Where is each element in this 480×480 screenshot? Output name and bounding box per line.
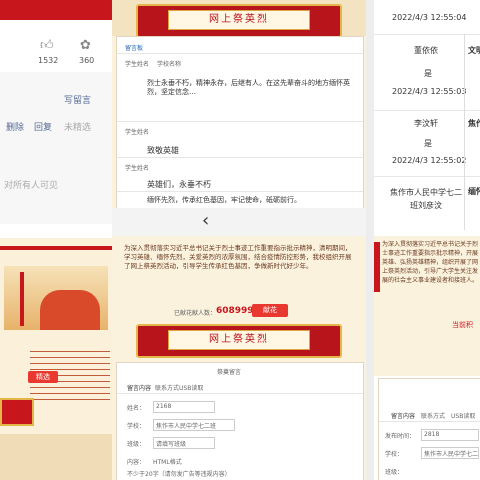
table-area: 2022/4/3 12:55:04 董依依 文明 是 2022/4/3 12:5… bbox=[374, 0, 480, 230]
divider bbox=[117, 191, 363, 192]
field-label: 班级： bbox=[127, 441, 146, 448]
right-panel: 2022/4/3 12:55:04 董依依 文明 是 2022/4/3 12:5… bbox=[374, 0, 480, 480]
divider bbox=[117, 121, 363, 122]
row-time: 2022/4/3 12:55:04 bbox=[392, 13, 467, 22]
school-field[interactable]: 焦作市人民中学七二班 bbox=[153, 419, 235, 431]
tower-graphic bbox=[20, 272, 24, 326]
divider bbox=[117, 53, 363, 54]
divider bbox=[117, 393, 363, 394]
left-banner-fragment bbox=[0, 398, 34, 426]
post-school: 学校名称 bbox=[157, 61, 182, 68]
left-feature-badge[interactable]: 精选 bbox=[28, 371, 58, 383]
post-text: 英雄们，永垂不朽 bbox=[147, 180, 211, 189]
delete-link[interactable]: 删除 bbox=[6, 120, 24, 133]
visibility-note: 对所有人可见 bbox=[4, 181, 59, 191]
row-name: 焦作市人民中学七二班刘彦汶 bbox=[390, 188, 462, 210]
right-link[interactable]: 当前积 bbox=[452, 320, 473, 330]
prev-arrow-icon[interactable]: ‹ bbox=[202, 210, 209, 231]
reply-link[interactable]: 回复 bbox=[34, 120, 52, 133]
form-tab[interactable]: 留言内容 bbox=[127, 383, 151, 392]
post-text: 烈士永垂不朽，精神永存，后继有人。在这先辈奋斗的地方缅怀英烈，坚定信念… bbox=[147, 79, 350, 96]
post-text: 缅怀先烈，传承红色基因，牢记使命，砥砺前行。 bbox=[147, 196, 301, 204]
counter-label: 已献花献人数： bbox=[174, 310, 217, 317]
row-msg: 缅怀 bbox=[468, 187, 480, 196]
field-label: 学校： bbox=[127, 423, 146, 430]
field-label: 学校： bbox=[385, 451, 404, 458]
counter-value: 608999 bbox=[216, 306, 254, 316]
offer-flower-button[interactable]: 献花 bbox=[252, 304, 288, 317]
field-value: 焦作市人民中学七二班 bbox=[424, 451, 479, 458]
field-label: 内容： bbox=[127, 459, 146, 466]
share-count: 360 bbox=[79, 56, 95, 65]
divider bbox=[117, 157, 363, 158]
field-value: 焦作市人民中学七二班 bbox=[156, 423, 217, 430]
post-user: 学生姓名 bbox=[125, 61, 150, 68]
right-article: 为深入贯彻落实习近平总书记关于烈士事迹工作重要指示批示精神，开展英雄、弘扬英雄精… bbox=[374, 236, 480, 376]
field-label: 班级： bbox=[385, 469, 404, 476]
row-msg: 文明 bbox=[468, 46, 480, 55]
column-divider bbox=[464, 34, 465, 230]
post-text: 致敬英雄 bbox=[147, 146, 179, 155]
form-note: 不少于20字（请勿发广告等违规内容） bbox=[127, 471, 231, 478]
image-nav-bar: ‹ bbox=[112, 208, 366, 236]
article-image: 精选 bbox=[0, 238, 112, 480]
left-panel: 👍︎ 1532 ✿ 360 写留言 删除 回复 未精选 对所有人可见 精选 bbox=[0, 0, 112, 480]
right-field[interactable]: 焦作市人民中学七二班 bbox=[421, 447, 479, 459]
red-monument-band bbox=[0, 246, 112, 250]
top-red-bar bbox=[0, 0, 112, 20]
right-field[interactable]: 2818 bbox=[421, 429, 479, 441]
class-field[interactable]: 请填写班级 bbox=[153, 437, 215, 449]
banner-title: 网上祭英烈 bbox=[168, 10, 310, 30]
name-field[interactable]: 2168 bbox=[153, 401, 215, 413]
field-value: HTML格式 bbox=[153, 459, 182, 466]
banner-second-title: 网上祭英烈 bbox=[168, 330, 310, 350]
form-tab[interactable]: USB读取 bbox=[179, 383, 203, 392]
row-time: 2022/4/3 12:55:02 bbox=[392, 156, 467, 165]
field-value: 请填写班级 bbox=[156, 441, 187, 448]
left-bottom-strip bbox=[0, 434, 112, 480]
post-user: 学生姓名 bbox=[125, 129, 150, 136]
form-tab[interactable]: USB读取 bbox=[451, 411, 475, 420]
share-icon[interactable]: ✿ bbox=[80, 38, 91, 53]
thumb-up-icon[interactable]: 👍︎ bbox=[40, 38, 54, 53]
field-label: 发布时间： bbox=[385, 433, 416, 440]
like-count: 1532 bbox=[38, 56, 59, 65]
forum-card: 留言板 学生姓名 学校名称 烈士永垂不朽，精神永存，后继有人。在这先辈奋斗的地方… bbox=[116, 36, 364, 210]
message-form: 祭奠留言 留言内容 联系方式 USB读取 姓名： 2168 学校： 焦作市人民中… bbox=[116, 362, 364, 480]
article-paragraph: 为深入贯彻落实习近平总书记关于烈士事迹工作重要指示批示精神，清明期间，学习英雄、… bbox=[124, 244, 352, 270]
comment-area bbox=[0, 72, 112, 224]
right-article-paragraph: 为深入贯彻落实习近平总书记关于烈士事迹工作重要指示批示精神，开展英雄、弘扬英雄精… bbox=[382, 241, 478, 284]
right-red-strip bbox=[374, 242, 380, 292]
field-value: 2168 bbox=[156, 403, 172, 410]
row-time: 2022/4/3 12:55:03 bbox=[392, 87, 467, 96]
post-user: 学生姓名 bbox=[125, 165, 150, 172]
form-title: 祭奠留言 bbox=[217, 369, 242, 376]
field-value: 2818 bbox=[424, 431, 440, 438]
form-tab[interactable]: 联系方式 bbox=[421, 411, 445, 420]
row-status: 是 bbox=[424, 69, 432, 78]
forum-header: 留言板 bbox=[125, 45, 144, 52]
field-label: 姓名： bbox=[127, 405, 146, 412]
form-tab[interactable]: 留言内容 bbox=[391, 411, 415, 420]
row-name: 李汶轩 bbox=[414, 119, 438, 128]
form-tab[interactable]: 联系方式 bbox=[155, 383, 179, 392]
write-comment-link[interactable]: 写留言 bbox=[64, 93, 91, 106]
banner-top: 网上祭英烈 bbox=[136, 4, 342, 38]
banner-second: 网上祭英烈 bbox=[136, 324, 342, 358]
middle-panel: 网上祭英烈 留言板 学生姓名 学校名称 烈士永垂不朽，精神永存，后继有人。在这先… bbox=[112, 0, 366, 480]
divider bbox=[379, 421, 480, 422]
row-status: 是 bbox=[424, 139, 432, 148]
row-msg: 焦作 bbox=[468, 119, 480, 128]
gutter bbox=[366, 0, 374, 480]
row-name: 董依依 bbox=[414, 46, 438, 55]
unfeature-link[interactable]: 未精选 bbox=[64, 120, 91, 133]
crowd-graphic bbox=[40, 290, 100, 330]
right-form: 留言内容 联系方式 USB读取 发布时间： 2818 学校： 焦作市人民中学七二… bbox=[378, 378, 480, 480]
